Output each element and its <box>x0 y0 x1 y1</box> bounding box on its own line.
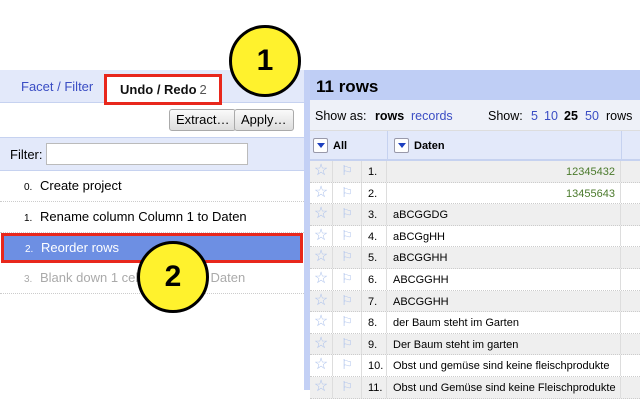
row-number: 3. <box>362 204 387 225</box>
flag-icon[interactable]: ⚐ <box>333 268 362 290</box>
page-size-25[interactable]: 25 <box>564 109 578 123</box>
row-number: 4. <box>362 225 387 247</box>
show-as-label: Show as: <box>315 109 367 123</box>
history-toolbar: Extract… Apply… <box>0 103 304 138</box>
flag-icon[interactable]: ⚐ <box>333 225 362 247</box>
page-size-label: Show: <box>488 109 523 123</box>
row-number: 7. <box>362 290 387 312</box>
cell-daten[interactable]: Obst und Gemüse sind keine Fleischproduk… <box>387 376 621 398</box>
star-icon[interactable]: ☆ <box>310 182 333 204</box>
flag-icon[interactable]: ⚐ <box>333 290 362 312</box>
cell-daten[interactable]: Der Baum steht im garten <box>387 333 621 355</box>
tab-facet-filter[interactable]: Facet / Filter <box>21 79 93 94</box>
cell-daten[interactable]: aBCGGDG <box>387 204 621 225</box>
star-icon[interactable]: ☆ <box>310 204 333 225</box>
page-size-5[interactable]: 5 <box>531 109 538 123</box>
flag-icon[interactable]: ⚐ <box>333 247 362 268</box>
history-count: 2 <box>199 82 207 97</box>
apply-button[interactable]: Apply… <box>234 109 294 131</box>
flag-icon[interactable]: ⚐ <box>333 182 362 204</box>
table-row: ☆ ⚐ 3. aBCGGDG <box>310 204 640 226</box>
star-icon[interactable]: ☆ <box>310 225 333 247</box>
star-icon[interactable]: ☆ <box>310 247 333 268</box>
cell-daten[interactable]: 12345432 <box>387 161 621 182</box>
table-row: ☆ ⚐ 10. Obst und gemüse sind keine fleischp… <box>310 355 640 377</box>
history-label: Rename column Column 1 to Daten <box>40 209 247 224</box>
history-index: 3. <box>24 274 33 285</box>
star-icon[interactable]: ☆ <box>310 312 333 333</box>
star-icon[interactable]: ☆ <box>310 161 333 182</box>
table-row: ☆ ⚐ 6. ABCGGHH <box>310 268 640 291</box>
table-row: ☆ ⚐ 8. der Baum steht im Garten <box>310 312 640 334</box>
table-row: ☆ ⚐ 1. 12345432 <box>310 161 640 183</box>
table-row: ☆ ⚐ 2. 13455643 <box>310 182 640 205</box>
star-icon[interactable]: ☆ <box>310 376 333 398</box>
left-panel: Facet / Filter Undo / Redo 2 Extract… App… <box>0 70 304 390</box>
cell-daten[interactable]: aBCGgHH <box>387 225 621 247</box>
row-count-title: 11 rows <box>310 70 640 100</box>
tab-label: Undo / Redo <box>120 82 197 97</box>
row-number: 6. <box>362 268 387 290</box>
filter-label: Filter: <box>10 147 43 162</box>
column-all: All <box>333 140 348 152</box>
column-headers: All Daten <box>310 131 640 161</box>
tab-undo-redo[interactable]: Undo / Redo 2 <box>104 74 222 105</box>
history-label: Reorder rows <box>41 240 120 255</box>
show-rows-option[interactable]: rows <box>375 109 404 123</box>
table-row: ☆ ⚐ 7. ABCGGHH <box>310 290 640 313</box>
row-number: 5. <box>362 247 387 268</box>
table-row: ☆ ⚐ 9. Der Baum steht im garten <box>310 333 640 356</box>
flag-icon[interactable]: ⚐ <box>333 161 362 182</box>
cell-daten[interactable]: ABCGGHH <box>387 268 621 290</box>
row-number: 8. <box>362 312 387 333</box>
row-number: 1. <box>362 161 387 182</box>
column-daten: Daten <box>414 140 445 152</box>
cell-daten[interactable]: Obst und gemüse sind keine fleischproduk… <box>387 355 621 376</box>
daten-dropdown-icon[interactable] <box>394 138 409 153</box>
row-number: 9. <box>362 333 387 355</box>
table-row: ☆ ⚐ 11. Obst und Gemüse sind keine Fleischp… <box>310 376 640 399</box>
data-panel: 11 rows Show as: rows records Show: 5 10… <box>310 70 640 399</box>
row-number: 10. <box>362 355 387 376</box>
history-index: 2. <box>25 244 34 255</box>
flag-icon[interactable]: ⚐ <box>333 204 362 225</box>
flag-icon[interactable]: ⚐ <box>333 333 362 355</box>
callout-1: 1 <box>229 25 301 97</box>
history-index: 0. <box>24 182 33 193</box>
history-item[interactable]: 1. Rename column Column 1 to Daten <box>0 202 304 233</box>
extract-button[interactable]: Extract… <box>169 109 237 131</box>
history-label: Create project <box>40 178 122 193</box>
row-number: 2. <box>362 182 387 204</box>
history-item[interactable]: 0. Create project <box>0 171 304 202</box>
row-number: 11. <box>362 376 387 398</box>
star-icon[interactable]: ☆ <box>310 333 333 355</box>
flag-icon[interactable]: ⚐ <box>333 376 362 398</box>
cell-daten[interactable]: ABCGGHH <box>387 290 621 312</box>
cell-daten[interactable]: der Baum steht im Garten <box>387 312 621 333</box>
star-icon[interactable]: ☆ <box>310 268 333 290</box>
cell-daten[interactable]: 13455643 <box>387 182 621 204</box>
flag-icon[interactable]: ⚐ <box>333 312 362 333</box>
star-icon[interactable]: ☆ <box>310 355 333 376</box>
flag-icon[interactable]: ⚐ <box>333 355 362 376</box>
view-options: Show as: rows records Show: 5 10 25 50 r… <box>310 100 640 131</box>
filter-bar: Filter: <box>0 138 304 171</box>
table-row: ☆ ⚐ 5. aBCGGHH <box>310 247 640 269</box>
page-size-10[interactable]: 10 <box>544 109 558 123</box>
filter-input[interactable] <box>46 143 248 165</box>
rows-suffix: rows <box>606 109 633 123</box>
page-size-50[interactable]: 50 <box>585 109 599 123</box>
callout-2: 2 <box>137 241 209 313</box>
cell-daten[interactable]: aBCGGHH <box>387 247 621 268</box>
star-icon[interactable]: ☆ <box>310 290 333 312</box>
table-row: ☆ ⚐ 4. aBCGgHH <box>310 225 640 248</box>
show-records-option[interactable]: records <box>411 109 453 123</box>
all-dropdown-icon[interactable] <box>313 138 328 153</box>
history-index: 1. <box>24 213 33 224</box>
